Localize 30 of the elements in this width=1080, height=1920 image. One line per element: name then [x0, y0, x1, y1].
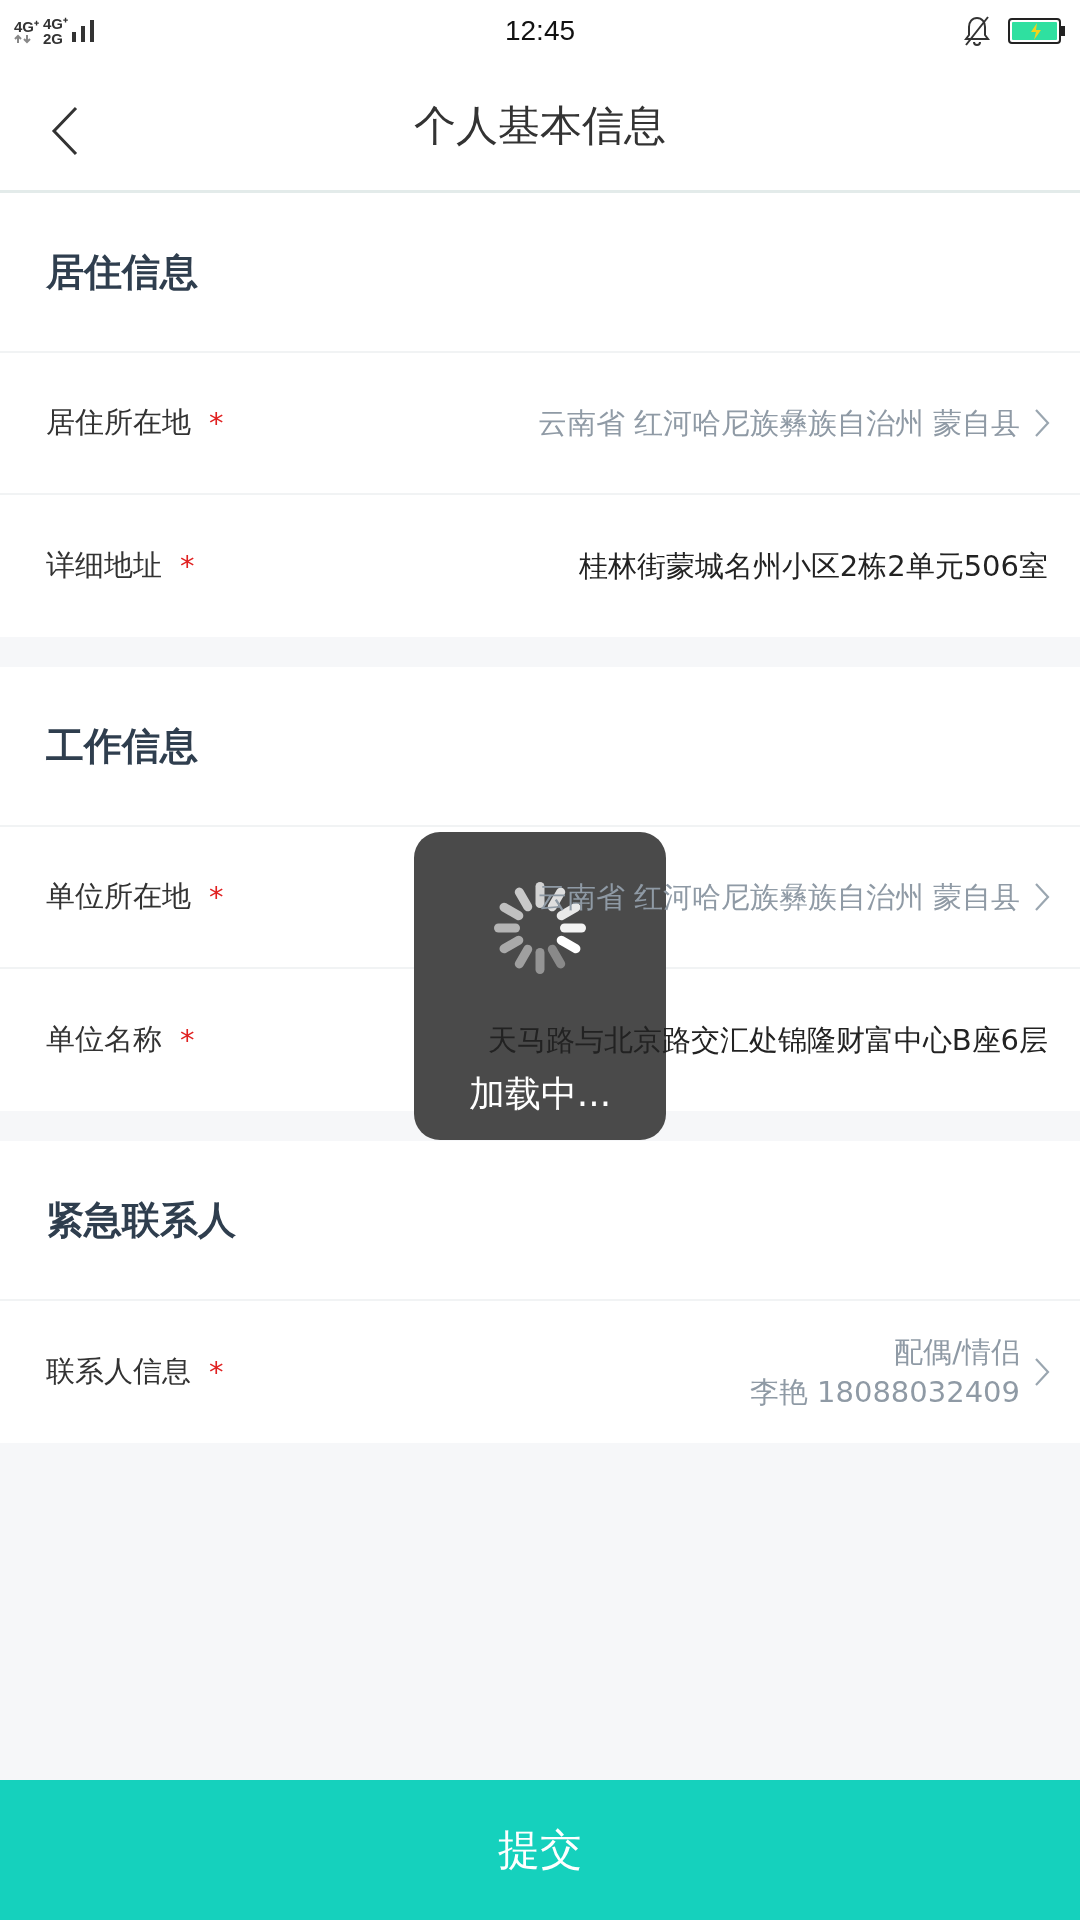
picker-field[interactable]: 配偶/情侣 李艳 18088032409 [749, 1332, 1050, 1412]
submit-button[interactable]: 提交 [0, 1780, 1080, 1920]
text-field[interactable]: 桂林街蒙城名州小区2栋2单元506室 [578, 546, 1048, 586]
loading-text: 加载中... [468, 1072, 612, 1116]
required-mark: * [209, 880, 224, 914]
required-mark: * [209, 1355, 224, 1389]
muted-bell-icon [962, 15, 992, 47]
required-mark: * [180, 1023, 195, 1057]
network-label: 2G [43, 31, 65, 46]
required-mark: * [180, 549, 195, 583]
chevron-right-icon [1034, 408, 1050, 438]
section-title: 紧急联系人 [0, 1141, 1080, 1301]
field-label: 联系人信息 [46, 1353, 191, 1390]
required-mark: * [209, 406, 224, 440]
chevron-right-icon [1034, 882, 1050, 912]
data-arrows-icon [14, 33, 32, 44]
network-label: 4G⁺ [14, 18, 39, 34]
chevron-right-icon [1034, 1357, 1050, 1387]
field-label: 单位名称 [46, 1021, 162, 1058]
picker-field[interactable]: 云南省 红河哈尼族彝族自治州 蒙自县 [537, 403, 1050, 443]
chevron-left-icon [50, 106, 80, 156]
field-label: 居住所在地 [46, 404, 191, 441]
field-label: 详细地址 [46, 547, 162, 584]
section-title: 居住信息 [0, 193, 1080, 353]
clock-time: 12:45 [503, 15, 577, 47]
charging-battery-icon [1008, 18, 1066, 44]
network-label: 4G⁺ [43, 16, 69, 31]
field-label: 单位所在地 [46, 878, 191, 915]
page-title: 个人基本信息 [414, 100, 666, 152]
section-title: 工作信息 [0, 667, 1080, 827]
